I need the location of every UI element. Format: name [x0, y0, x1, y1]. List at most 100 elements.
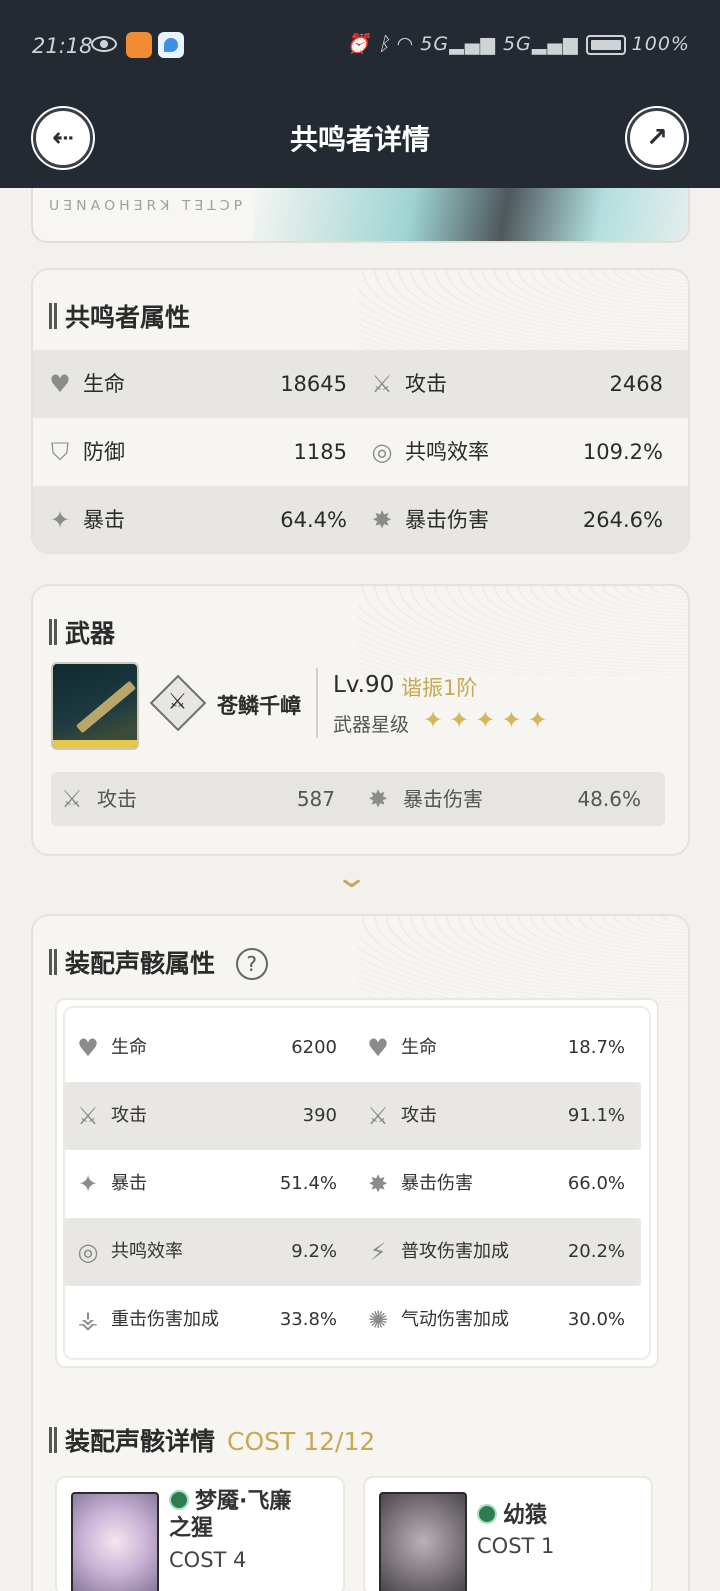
echo-item[interactable]: 幼猿 COST 1 — [363, 1476, 653, 1591]
attr-label: 生命 — [83, 372, 125, 396]
echo-attr-label: 生命 — [401, 1037, 437, 1058]
echo-attr-value: 30.0% — [567, 1309, 625, 1330]
crit-icon: ✦ — [77, 1170, 99, 1198]
echo-attr-label: 暴击伤害 — [401, 1173, 473, 1194]
eye-icon — [91, 36, 117, 52]
attr-value: 264.6% — [582, 508, 663, 532]
crit-damage-icon: ✸ — [367, 1170, 389, 1198]
page-title: 共鸣者详情 — [289, 123, 430, 156]
echo-attr-row: ♥ 生命 6200 ♥ 生命 18.7% — [63, 1014, 641, 1082]
echo-avatar — [379, 1492, 467, 1591]
echo-name: 梦魇·飞廉 之猩 — [169, 1489, 292, 1541]
weapon-title: 武器 — [49, 614, 115, 650]
echo-attr-value: 66.0% — [567, 1173, 625, 1194]
app-notification-icon — [126, 32, 152, 58]
weapon-tune: 谐振1阶 — [401, 676, 478, 700]
attribute-row: ✦ 暴击 64.4% ✸ 暴击伤害 264.6% — [33, 486, 688, 552]
network-2: 5G — [502, 33, 532, 55]
banner-runes: ꓴꓱꓠꓮꓳꓧꓱꓣꓘ ꓔꓱꓕꓛꓑ — [49, 198, 247, 214]
echo-attr-label: 气动伤害加成 — [401, 1309, 509, 1330]
weapon-sub-label: 暴击伤害 — [403, 787, 483, 811]
status-right: ⏰ ᛒ ◠ 5G▂▄▆ 5G▂▄▆ 100% — [346, 32, 690, 55]
echo-attr-row: ◎ 共鸣效率 9.2% ⚡ 普攻伤害加成 20.2% — [63, 1218, 641, 1286]
weapon-name: 苍鳞千嶂 — [217, 694, 301, 718]
echo-attr-value: 33.8% — [279, 1309, 337, 1330]
attr-value: 109.2% — [582, 440, 663, 464]
heart-icon: ♥ — [367, 1034, 389, 1062]
expand-chevron-icon[interactable]: ⌄ — [334, 860, 369, 895]
echo-attr-value: 51.4% — [279, 1173, 337, 1194]
weapon-level: Lv.90 — [333, 672, 395, 698]
crit-damage-icon: ✸ — [371, 506, 393, 534]
attr-label: 攻击 — [405, 372, 447, 396]
echo-avatar — [71, 1492, 159, 1591]
attr-label: 共鸣效率 — [405, 440, 489, 464]
echo-attr-value: 91.1% — [567, 1105, 625, 1126]
weapon-image[interactable] — [51, 662, 139, 750]
attr-label: 暴击 — [83, 508, 125, 532]
battery-icon — [585, 34, 626, 55]
echo-attr-value: 20.2% — [567, 1241, 625, 1262]
echo-attr-value: 9.2% — [291, 1241, 337, 1262]
signal-1-icon: ▂▄▆ — [449, 33, 496, 55]
resonator-attributes-title: 共鸣者属性 — [49, 298, 190, 334]
status-time: 21:18 — [32, 34, 93, 58]
echo-attr-label: 攻击 — [111, 1105, 147, 1126]
attr-value: 64.4% — [280, 508, 347, 532]
energy-icon: ◎ — [371, 438, 393, 466]
attr-value: 2468 — [609, 372, 663, 396]
echo-attr-label: 攻击 — [401, 1105, 437, 1126]
echo-attr-label: 暴击 — [111, 1173, 147, 1194]
status-bar: 21:18 ⏰ ᛒ ◠ 5G▂▄▆ 5G▂▄▆ 100% — [0, 30, 720, 66]
attr-value: 18645 — [280, 372, 347, 396]
attr-label: 防御 — [83, 440, 125, 464]
wifi-icon: ◠ — [397, 33, 414, 55]
echo-attr-label: 普攻伤害加成 — [401, 1241, 509, 1262]
echo-attr-value: 18.7% — [567, 1037, 625, 1058]
basic-attack-icon: ⚡ — [369, 1238, 387, 1266]
echo-attr-row: ⚔ 攻击 390 ⚔ 攻击 91.1% — [63, 1082, 641, 1150]
weapon-substats: ⚔ 攻击 587 ✸ 暴击伤害 48.6% — [51, 772, 665, 826]
top-bar: 21:18 ⏰ ᛒ ◠ 5G▂▄▆ 5G▂▄▆ 100% ⇠ 共鸣者详情 ↗ — [0, 0, 720, 188]
attr-value: 1185 — [293, 440, 347, 464]
weapon-sub-value: 48.6% — [577, 787, 641, 811]
echo-attr-row: ✦ 暴击 51.4% ✸ 暴击伤害 66.0% — [63, 1150, 641, 1218]
battery-level: 100% — [631, 33, 690, 55]
echo-attr-value: 390 — [302, 1105, 337, 1126]
sonata-icon — [169, 1490, 189, 1510]
resonator-attributes-card: 共鸣者属性 ♥ 生命 18645 ⚔ 攻击 2468 ⛉ 防御 1185 ◎ 共… — [31, 268, 690, 554]
help-icon[interactable]: ? — [235, 948, 268, 980]
divider — [316, 668, 318, 738]
aero-icon: ✺ — [367, 1306, 389, 1334]
swords-icon: ⚔ — [77, 1102, 99, 1130]
character-art — [253, 188, 688, 241]
share-button[interactable]: ↗ — [627, 108, 687, 168]
echo-name: 幼猿 — [477, 1502, 547, 1529]
weapon-star-label: 武器星级 — [333, 714, 410, 736]
alarm-icon: ⏰ — [346, 33, 372, 55]
weapon-stars-icon: ✦✦✦✦✦ — [423, 706, 554, 734]
swords-icon: ⚔ — [61, 785, 83, 813]
swords-icon: ⚔ — [367, 1102, 389, 1130]
heart-icon: ♥ — [77, 1034, 99, 1062]
weapon-sub-value: 587 — [296, 787, 335, 811]
echo-attributes-panel: ♥ 生命 6200 ♥ 生命 18.7% ⚔ 攻击 390 ⚔ 攻击 91.1% — [55, 998, 659, 1368]
heart-icon: ♥ — [49, 370, 71, 398]
weapon-type-icon: ⚔ — [149, 674, 207, 732]
weapon-sub-label: 攻击 — [97, 787, 137, 811]
signal-2-icon: ▂▄▆ — [531, 33, 579, 55]
echo-attr-label: 共鸣效率 — [111, 1241, 183, 1262]
echo-cost: COST 4 — [169, 1548, 247, 1572]
echo-attr-row: ⚶ 重击伤害加成 33.8% ✺ 气动伤害加成 30.0% — [63, 1286, 641, 1354]
echo-attributes-title: 装配声骸属性 ? — [49, 944, 268, 980]
bluetooth-icon: ᛒ — [378, 33, 391, 55]
attr-label: 暴击伤害 — [405, 508, 489, 532]
echo-attr-label: 重击伤害加成 — [111, 1309, 219, 1330]
crit-damage-icon: ✸ — [367, 785, 389, 813]
heavy-attack-icon: ⚶ — [77, 1306, 99, 1334]
browser-notification-icon — [158, 32, 184, 58]
attribute-row: ⛉ 防御 1185 ◎ 共鸣效率 109.2% — [33, 418, 688, 486]
weapon-card: 武器 ⚔ 苍鳞千嶂 Lv.90 谐振1阶 武器星级 ✦✦✦✦✦ ⚔ 攻击 587… — [31, 584, 690, 856]
echo-item[interactable]: 梦魇·飞廉 之猩 COST 4 — [55, 1476, 345, 1591]
echo-cost: COST 1 — [477, 1534, 555, 1558]
